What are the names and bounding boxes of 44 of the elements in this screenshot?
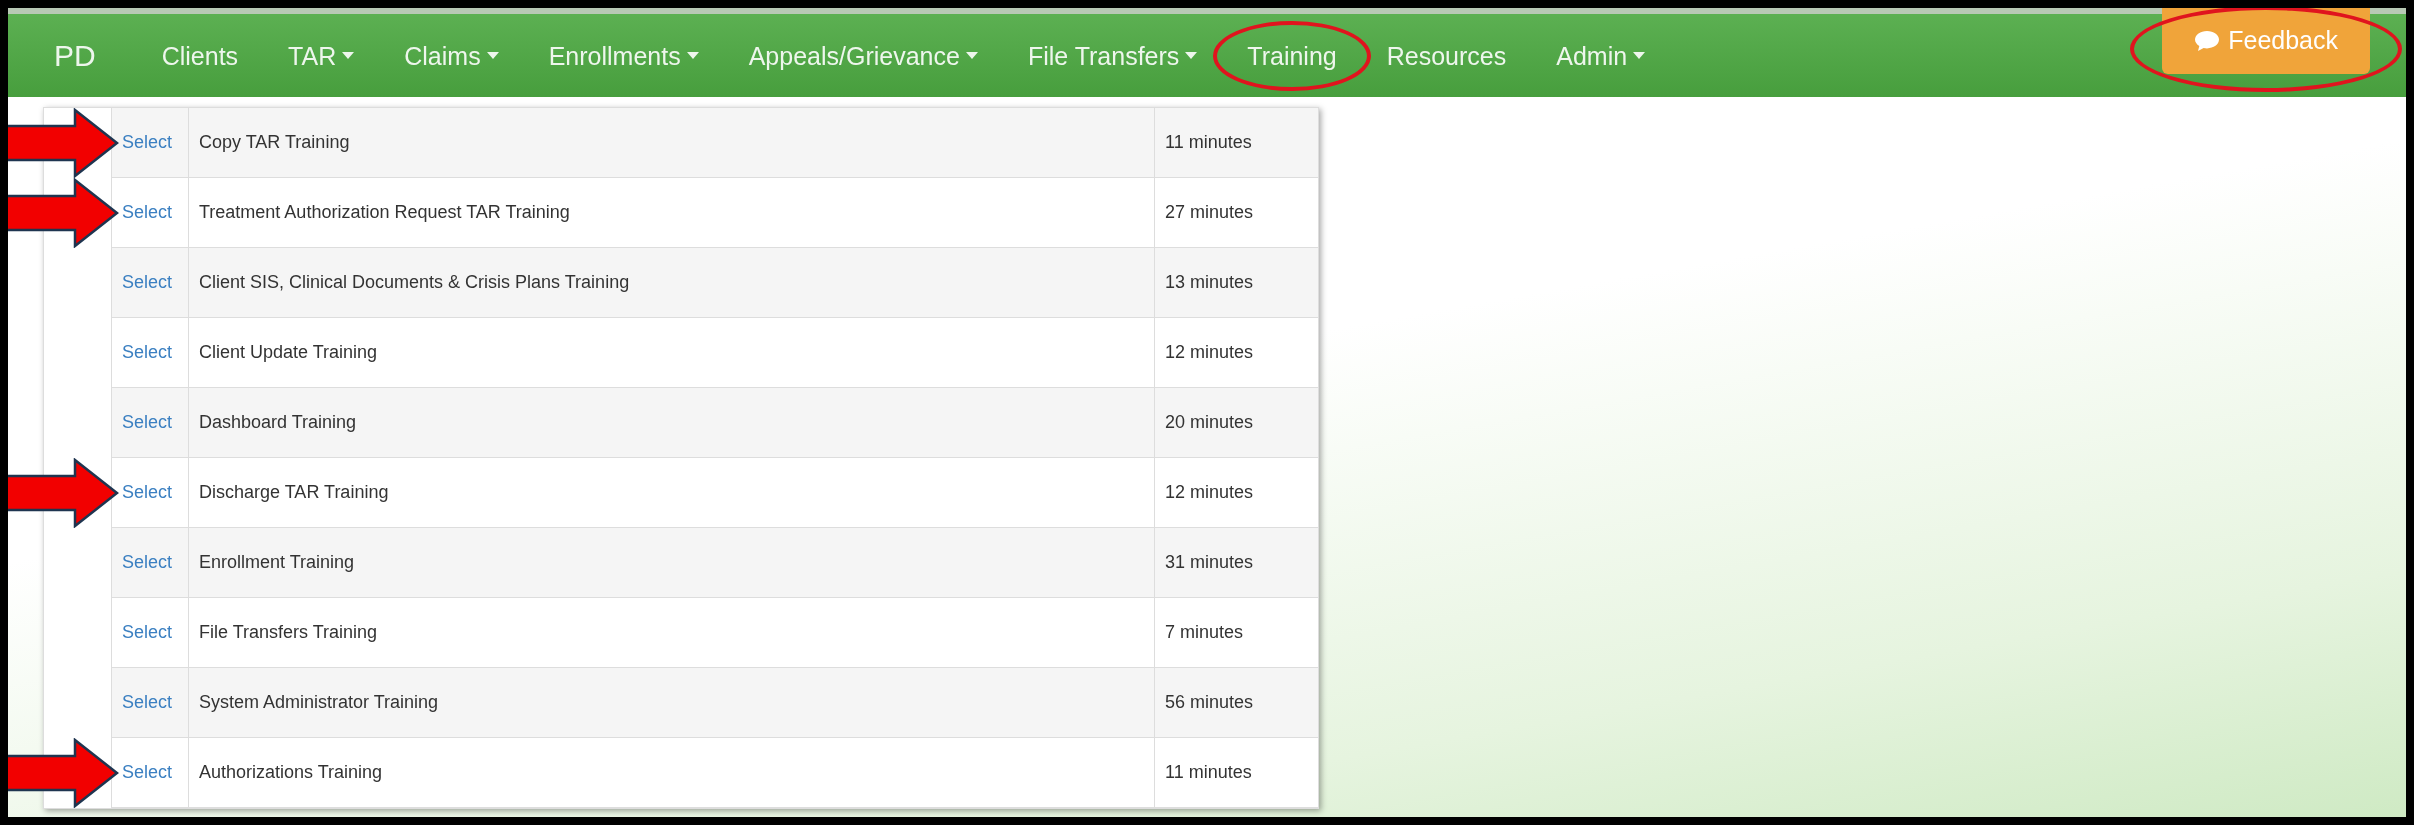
training-name-cell: System Administrator Training: [189, 668, 1155, 737]
training-name-cell: Authorizations Training: [189, 738, 1155, 807]
training-name-cell: Discharge TAR Training: [189, 458, 1155, 527]
training-name-cell: Treatment Authorization Request TAR Training: [189, 178, 1155, 247]
duration-cell-text: 56 minutes: [1164, 691, 1255, 714]
training-name-cell: Dashboard Training: [189, 388, 1155, 457]
duration-cell-text: 13 minutes: [1164, 271, 1255, 294]
nav-link[interactable]: TAR: [288, 38, 355, 73]
caret-icon: [686, 52, 699, 59]
feedback-button[interactable]: Feedback: [2162, 8, 2370, 74]
training-name-cell: Enrollment Training: [189, 528, 1155, 597]
duration-cell-text: 7 minutes: [1164, 621, 1245, 644]
select-link[interactable]: Select: [112, 668, 189, 737]
duration-cell-text: 12 minutes: [1164, 341, 1255, 364]
nav-link[interactable]: Claims: [404, 38, 499, 73]
nav-link[interactable]: Admin: [1556, 38, 1646, 73]
caret-icon: [342, 52, 355, 59]
select-link[interactable]: Select: [112, 388, 189, 457]
training-name-cell: Client SIS, Clinical Documents & Crisis Plans Training: [189, 248, 1155, 317]
caret-icon: [1633, 52, 1646, 59]
select-link[interactable]: Select: [112, 598, 189, 667]
select-link[interactable]: Select: [112, 528, 189, 597]
training-name-cell: Copy TAR Training: [189, 108, 1155, 177]
nav-link[interactable]: File Transfers: [1027, 38, 1198, 73]
duration-cell-text: 11 minutes: [1164, 131, 1253, 154]
duration-cell-text: 12 minutes: [1164, 481, 1255, 504]
caret-icon: [486, 52, 499, 59]
select-link[interactable]: Select: [112, 318, 189, 387]
caret-icon: [965, 52, 978, 59]
speech-bubble-icon: [2194, 30, 2221, 52]
nav-link[interactable]: Appeals/Grievance: [748, 38, 978, 73]
training-name-cell: Client Update Training: [189, 318, 1155, 387]
duration-cell-text: 11 minutes: [1164, 761, 1253, 784]
nav-link[interactable]: Enrollments: [548, 38, 699, 73]
duration-cell-text: 31 minutes: [1164, 551, 1255, 574]
training-name-cell: File Transfers Training: [189, 598, 1155, 667]
nav-link[interactable]: Clients: [161, 38, 239, 73]
duration-cell-text: 20 minutes: [1164, 411, 1255, 434]
duration-cell-text: 27 minutes: [1164, 201, 1255, 224]
nav-link[interactable]: Training: [1247, 38, 1337, 73]
caret-icon: [1185, 52, 1198, 59]
brand-logo[interactable]: PD: [54, 33, 96, 78]
nav-link[interactable]: Resources: [1386, 38, 1507, 73]
select-link[interactable]: Select: [112, 248, 189, 317]
